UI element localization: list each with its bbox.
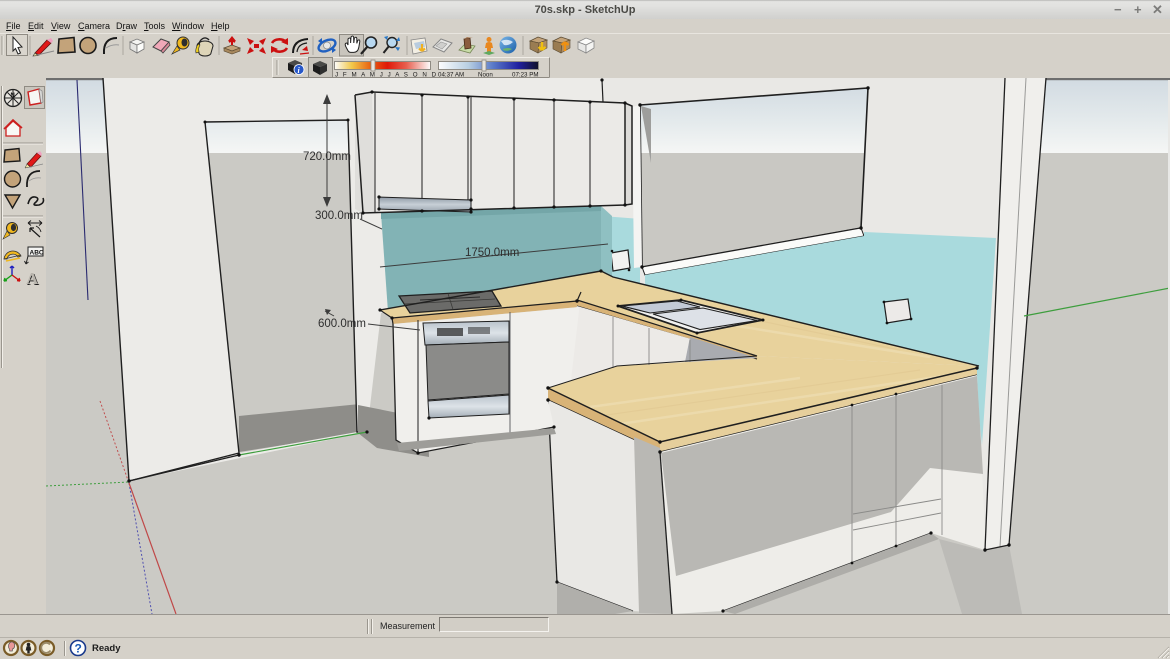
svg-text:300.0mm: 300.0mm [315, 210, 363, 222]
svg-text:600.0mm: 600.0mm [318, 318, 366, 330]
svg-text:ABC: ABC [30, 250, 44, 257]
svg-text:A: A [26, 269, 39, 288]
svg-text:720.0mm: 720.0mm [303, 151, 351, 163]
svg-text:?: ? [75, 642, 82, 656]
svg-text:N: N [11, 93, 15, 99]
svg-text:1750.0mm: 1750.0mm [465, 247, 519, 259]
